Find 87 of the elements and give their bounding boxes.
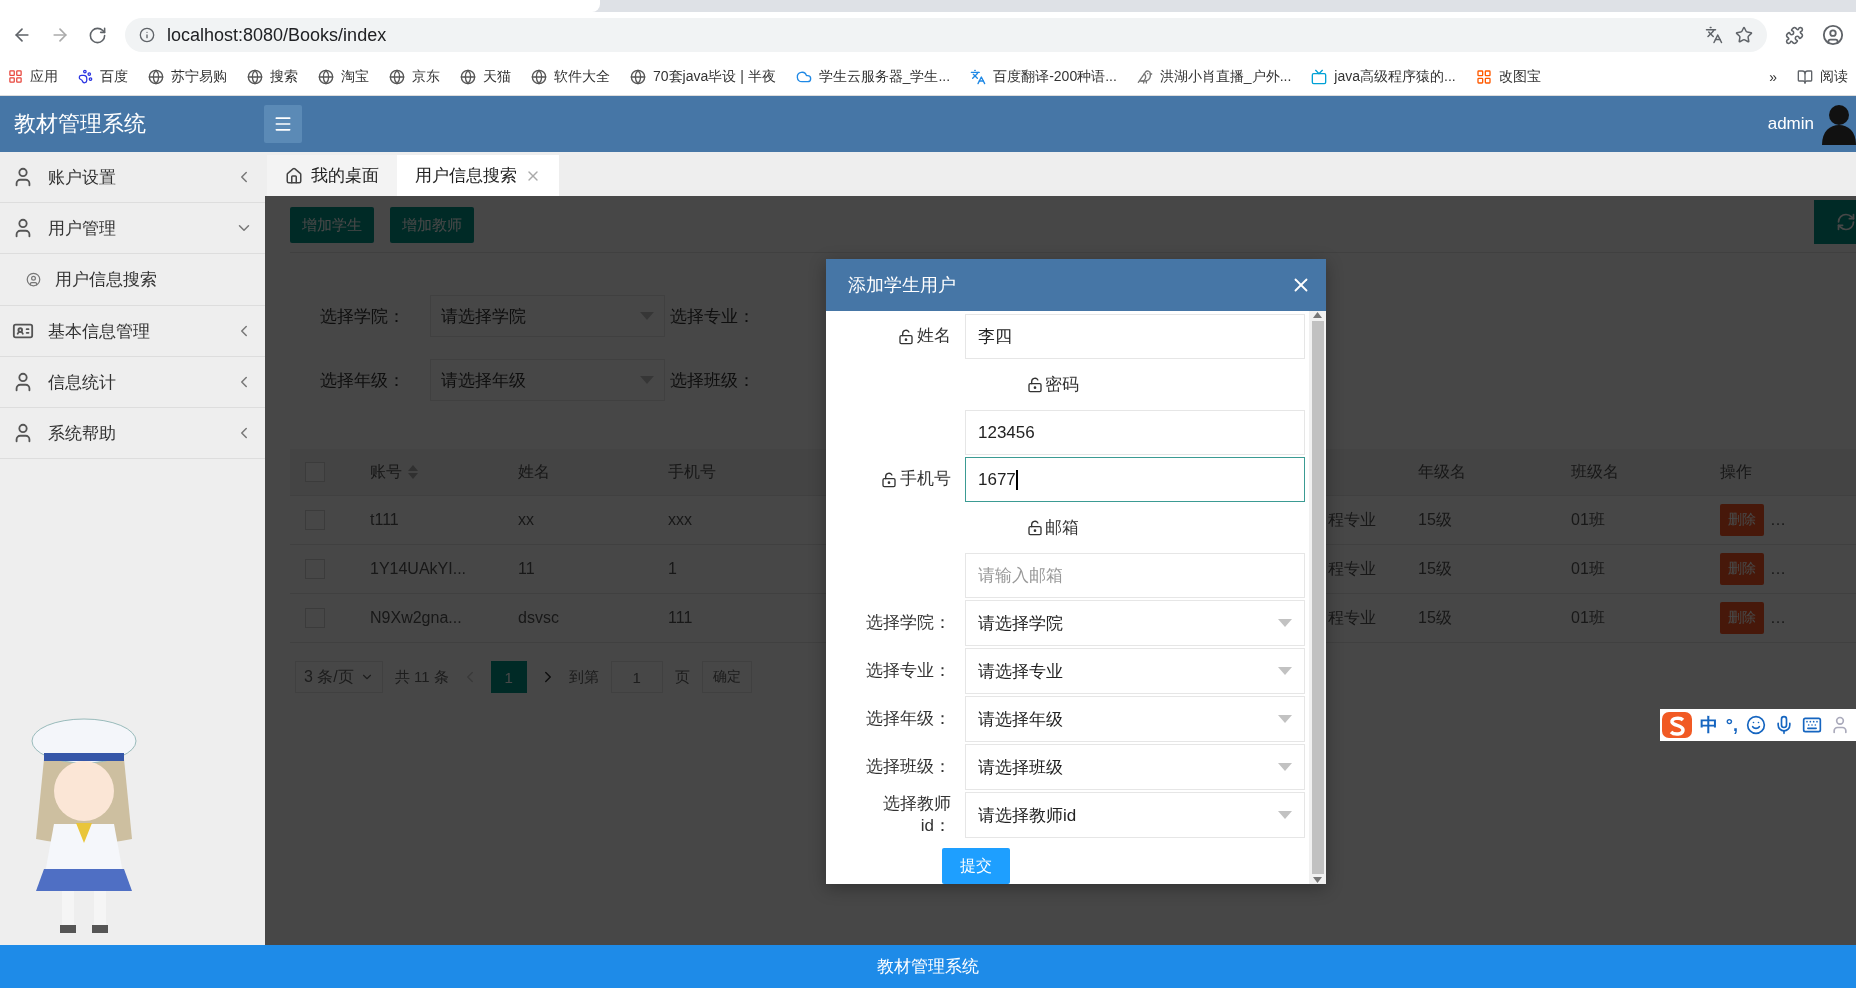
page-tab[interactable]: 用户信息搜索 bbox=[397, 155, 559, 196]
globe-icon bbox=[318, 68, 334, 85]
keyboard-icon[interactable] bbox=[1802, 715, 1822, 735]
ime-mode[interactable]: 中 bbox=[1699, 713, 1718, 737]
page-tab[interactable]: 我的桌面 bbox=[267, 155, 397, 196]
ime-punctuation[interactable]: °, bbox=[1725, 714, 1738, 736]
scroll-down-icon[interactable] bbox=[1313, 876, 1322, 884]
field-label: 密码 bbox=[1027, 373, 1079, 396]
bookmark-link[interactable]: 70套java毕设 | 半夜 bbox=[653, 67, 776, 86]
translate-icon[interactable] bbox=[1705, 26, 1723, 44]
caret-icon bbox=[1278, 667, 1292, 675]
tv-icon bbox=[1311, 68, 1328, 85]
caret-icon bbox=[1278, 811, 1292, 819]
bookmark-link[interactable]: 京东 bbox=[412, 67, 440, 86]
reading-list-link[interactable]: 阅读 bbox=[1820, 67, 1848, 86]
filter-label: 选择学院： bbox=[320, 305, 406, 328]
puzzle-icon[interactable] bbox=[1785, 25, 1804, 45]
address-bar[interactable]: localhost:8080/Books/index bbox=[125, 18, 1767, 52]
menu-icon bbox=[273, 114, 293, 134]
field-label: 选择学院： bbox=[866, 611, 951, 634]
app-title: 教材管理系统 bbox=[14, 110, 147, 138]
smile-icon[interactable] bbox=[1746, 715, 1766, 735]
bookmark-link[interactable]: 百度 bbox=[100, 67, 128, 86]
filter-label: 选择年级： bbox=[320, 369, 406, 392]
footer-text: 教材管理系统 bbox=[0, 945, 1856, 988]
bookmark-link[interactable]: 淘宝 bbox=[341, 67, 369, 86]
bookmark-link[interactable]: 天猫 bbox=[483, 67, 511, 86]
globe-icon bbox=[460, 68, 476, 85]
scrollbar[interactable] bbox=[1309, 311, 1326, 884]
bookmark-link[interactable]: 洪湖小肖直播_户外... bbox=[1159, 67, 1292, 86]
bookmark-link[interactable]: 百度翻译-200种语... bbox=[993, 67, 1117, 86]
field-label: 姓名 bbox=[898, 325, 951, 348]
reload-icon[interactable] bbox=[88, 25, 107, 45]
select-field[interactable]: 请选择学院 bbox=[965, 600, 1305, 646]
bird-icon bbox=[1136, 68, 1153, 85]
globe-icon bbox=[630, 68, 646, 85]
info-icon bbox=[139, 27, 155, 43]
bookmark-link[interactable]: 搜索 bbox=[270, 67, 298, 86]
globe-icon bbox=[531, 68, 547, 85]
bookmark-link[interactable]: 改图宝 bbox=[1498, 67, 1541, 86]
select-field[interactable]: 请选择年级 bbox=[965, 696, 1305, 742]
squares-icon bbox=[1475, 68, 1492, 85]
avatar-silhouette bbox=[1822, 103, 1856, 145]
bookmark-link[interactable]: 学生云服务器_学生... bbox=[818, 67, 951, 86]
refresh-button[interactable] bbox=[1814, 200, 1856, 244]
dialog-title: 添加学生用户 bbox=[848, 274, 956, 297]
field-label: 手机号 bbox=[881, 468, 951, 491]
globe-icon bbox=[148, 68, 164, 85]
unlock-icon bbox=[881, 471, 897, 488]
field-label: 选择教师id： bbox=[882, 792, 951, 837]
select-field[interactable]: 请选择班级 bbox=[965, 744, 1305, 790]
more-bookmarks[interactable]: » bbox=[1769, 68, 1777, 85]
user-name[interactable]: admin bbox=[1767, 114, 1814, 134]
field-label: 选择班级： bbox=[866, 755, 951, 778]
caret-icon bbox=[1278, 715, 1292, 723]
user-icon[interactable] bbox=[1830, 715, 1850, 735]
paw-icon bbox=[78, 69, 93, 84]
input-field[interactable]: 1677 bbox=[965, 457, 1305, 502]
select-field[interactable]: 请选择教师id bbox=[965, 792, 1305, 838]
field-label: 选择专业： bbox=[866, 659, 951, 682]
input-field[interactable]: 123456 bbox=[965, 410, 1305, 455]
select-field[interactable]: 请选择专业 bbox=[965, 648, 1305, 694]
mic-icon[interactable] bbox=[1774, 715, 1794, 735]
home-icon bbox=[285, 166, 303, 185]
unlock-icon bbox=[1027, 519, 1043, 536]
unlock-icon bbox=[898, 328, 914, 345]
user-circle-icon bbox=[26, 272, 41, 287]
bookmark-link[interactable]: 应用 bbox=[30, 67, 58, 86]
refresh-icon bbox=[1836, 212, 1856, 232]
star-icon[interactable] bbox=[1735, 26, 1753, 44]
input-field[interactable]: 李四 bbox=[965, 314, 1305, 359]
bookmark-link[interactable]: 软件大全 bbox=[554, 67, 610, 86]
filter-label: 选择专业： bbox=[670, 305, 756, 328]
caret-icon bbox=[1278, 763, 1292, 771]
field-label: 选择年级： bbox=[866, 707, 951, 730]
menu-button[interactable] bbox=[264, 105, 302, 143]
apps-icon bbox=[8, 69, 23, 84]
field-label: 邮箱 bbox=[1027, 516, 1079, 539]
unlock-icon bbox=[1027, 376, 1043, 393]
translate-icon bbox=[970, 68, 987, 85]
profile-icon[interactable] bbox=[1822, 24, 1844, 46]
bookmark-link[interactable]: 苏宁易购 bbox=[171, 67, 227, 86]
bookmark-link[interactable]: java高级程序猿的... bbox=[1334, 67, 1456, 86]
globe-icon bbox=[389, 68, 405, 85]
filter-label: 选择班级： bbox=[670, 369, 756, 392]
caret-icon bbox=[1278, 619, 1292, 627]
globe-icon bbox=[247, 68, 263, 85]
